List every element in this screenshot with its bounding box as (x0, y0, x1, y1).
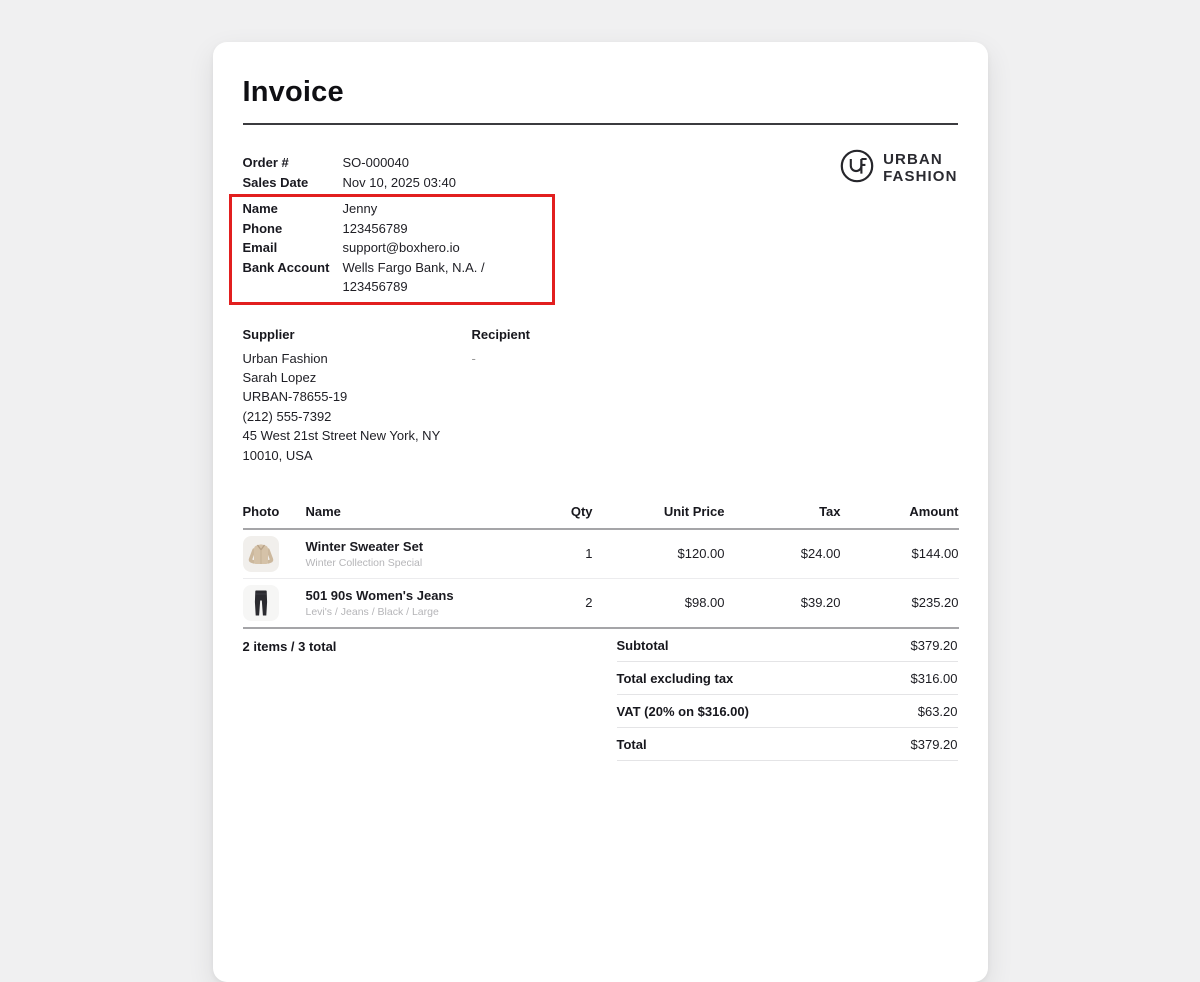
supplier-phone: (212) 555-7392 (243, 407, 472, 426)
bank-account-row: Bank Account Wells Fargo Bank, N.A. / 12… (243, 258, 546, 297)
item-tax: $39.20 (725, 578, 841, 628)
subtotal-row: Subtotal $379.20 (617, 629, 958, 662)
item-amount: $144.00 (841, 529, 959, 579)
items-table: Photo Name Qty Unit Price Tax Amount (243, 504, 959, 629)
vat-label: VAT (20% on $316.00) (617, 704, 749, 719)
total-excluding-tax-value: $316.00 (911, 671, 958, 686)
jeans-photo (243, 585, 306, 621)
supplier-contact: Sarah Lopez (243, 368, 472, 387)
col-unit-price: Unit Price (593, 504, 725, 529)
total-label: Total (617, 737, 647, 752)
item-name: 501 90s Women's Jeans (306, 588, 503, 603)
supplier-section: Supplier Urban Fashion Sarah Lopez URBAN… (243, 327, 472, 465)
brand-logo: URBAN FASHION (840, 149, 957, 188)
col-qty: Qty (503, 504, 593, 529)
item-photo-cell (243, 578, 306, 628)
subtotal-value: $379.20 (911, 638, 958, 653)
invoice-header: Order # SO-000040 Sales Date Nov 10, 202… (243, 153, 958, 305)
order-number-value: SO-000040 (343, 153, 410, 173)
summary-table: Subtotal $379.20 Total excluding tax $31… (617, 629, 958, 761)
total-excluding-tax-row: Total excluding tax $316.00 (617, 662, 958, 695)
col-photo: Photo (243, 504, 306, 529)
recipient-heading: Recipient (472, 327, 531, 342)
customer-email-row: Email support@boxhero.io (243, 238, 546, 258)
total-row: Total $379.20 (617, 728, 958, 761)
sales-date-value: Nov 10, 2025 03:40 (343, 173, 456, 193)
customer-name-value: Jenny (343, 199, 378, 219)
totals-section: 2 items / 3 total Subtotal $379.20 Total… (243, 629, 958, 761)
item-unit-price: $98.00 (593, 578, 725, 628)
order-info: Order # SO-000040 Sales Date Nov 10, 202… (243, 153, 555, 305)
item-unit-price: $120.00 (593, 529, 725, 579)
item-photo-cell (243, 529, 306, 579)
bank-account-label: Bank Account (243, 258, 343, 297)
recipient-section: Recipient - (472, 327, 531, 465)
supplier-id: URBAN-78655-19 (243, 387, 472, 406)
customer-email-label: Email (243, 238, 343, 258)
brand-name-line1: URBAN (883, 152, 957, 169)
item-tax: $24.00 (725, 529, 841, 579)
item-name: Winter Sweater Set (306, 539, 503, 554)
parties-section: Supplier Urban Fashion Sarah Lopez URBAN… (243, 327, 958, 465)
order-number-label: Order # (243, 153, 343, 173)
item-variant: Levi's / Jeans / Black / Large (306, 606, 503, 618)
item-amount: $235.20 (841, 578, 959, 628)
item-row-sweater: Winter Sweater Set Winter Collection Spe… (243, 529, 959, 579)
customer-name-row: Name Jenny (243, 199, 546, 219)
total-value: $379.20 (911, 737, 958, 752)
item-name-cell: 501 90s Women's Jeans Levi's / Jeans / B… (306, 578, 503, 628)
supplier-address-line1: 45 West 21st Street New York, NY (243, 426, 472, 445)
item-qty: 1 (503, 529, 593, 579)
customer-name-label: Name (243, 199, 343, 219)
sales-date-row: Sales Date Nov 10, 2025 03:40 (243, 173, 555, 193)
col-name: Name (306, 504, 503, 529)
sales-date-label: Sales Date (243, 173, 343, 193)
invoice-document: Invoice Order # SO-000040 Sales Date Nov… (213, 42, 988, 982)
supplier-address-line2: 10010, USA (243, 446, 472, 465)
total-excluding-tax-label: Total excluding tax (617, 671, 734, 686)
col-tax: Tax (725, 504, 841, 529)
subtotal-label: Subtotal (617, 638, 669, 653)
bank-account-value: Wells Fargo Bank, N.A. / 123456789 (343, 258, 546, 297)
vat-row: VAT (20% on $316.00) $63.20 (617, 695, 958, 728)
brand-name: URBAN FASHION (883, 152, 957, 185)
items-count: 2 items / 3 total (243, 629, 337, 654)
customer-phone-value: 123456789 (343, 219, 408, 239)
supplier-company: Urban Fashion (243, 349, 472, 368)
item-name-cell: Winter Sweater Set Winter Collection Spe… (306, 529, 503, 579)
recipient-placeholder: - (472, 349, 531, 368)
customer-email-value: support@boxhero.io (343, 238, 460, 258)
uf-monogram-icon (840, 149, 874, 188)
order-number-row: Order # SO-000040 (243, 153, 555, 173)
item-row-jeans: 501 90s Women's Jeans Levi's / Jeans / B… (243, 578, 959, 628)
items-table-header: Photo Name Qty Unit Price Tax Amount (243, 504, 959, 529)
supplier-heading: Supplier (243, 327, 472, 342)
vat-value: $63.20 (918, 704, 958, 719)
customer-phone-label: Phone (243, 219, 343, 239)
customer-phone-row: Phone 123456789 (243, 219, 546, 239)
col-amount: Amount (841, 504, 959, 529)
highlight-annotation-box: Name Jenny Phone 123456789 Email support… (229, 194, 555, 305)
title-divider (243, 123, 958, 125)
item-qty: 2 (503, 578, 593, 628)
item-variant: Winter Collection Special (306, 557, 503, 569)
brand-name-line2: FASHION (883, 169, 957, 186)
invoice-title: Invoice (243, 76, 958, 109)
sweater-photo (243, 536, 306, 572)
